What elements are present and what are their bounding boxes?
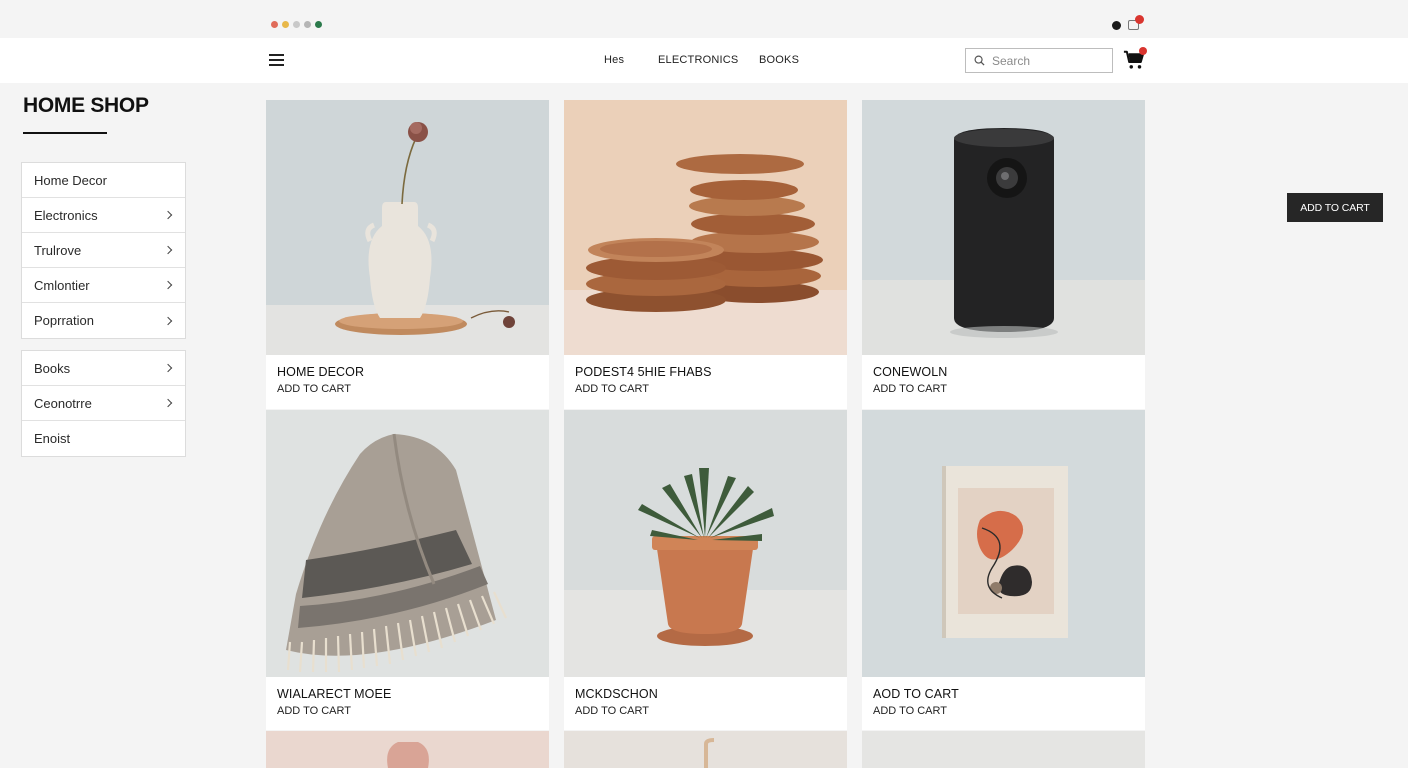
chevron-right-icon <box>163 245 173 255</box>
sidebar-item-label: Books <box>34 360 71 376</box>
page-title: HOME SHOP <box>23 94 149 117</box>
add-to-cart-link[interactable]: ADD TO CART <box>873 383 947 395</box>
sidebar-item-home-decor[interactable]: Home Decor <box>22 163 185 198</box>
nav-link-hes[interactable]: Hes <box>604 54 624 66</box>
product-card[interactable]: HOME DECOR ADD TO CART <box>266 100 549 409</box>
succulent-plant-image <box>564 410 847 677</box>
sidebar-item-trulrove[interactable]: Trulrove <box>22 233 185 268</box>
add-to-cart-link[interactable]: ADD TO CART <box>277 705 351 717</box>
product-card[interactable]: WIALARECT MOEE ADD TO CART <box>266 410 549 730</box>
add-to-cart-link[interactable]: ADD TO CART <box>873 705 947 717</box>
category-list-primary: Home Decor Electronics Trulrove Cmlontie… <box>21 162 186 339</box>
chevron-right-icon <box>163 363 173 373</box>
search-input[interactable] <box>992 52 1107 70</box>
nav-link-books[interactable]: BOOKS <box>759 54 799 66</box>
product-name: MCKDSCHON <box>575 687 658 701</box>
search-icon <box>974 55 985 66</box>
add-to-cart-link[interactable]: ADD TO CART <box>277 383 351 395</box>
product-name: PODEST4 5HIE FHABS <box>575 365 712 379</box>
product-card-partial[interactable] <box>564 731 847 768</box>
record-icon[interactable] <box>1112 21 1121 30</box>
sidebar-item-books[interactable]: Books <box>22 351 185 386</box>
window-dot[interactable] <box>293 21 300 28</box>
product-card[interactable]: AOD TO CART ADD TO CART <box>862 410 1145 730</box>
throw-blanket-image <box>266 410 549 677</box>
product-card-partial[interactable] <box>266 731 549 768</box>
chevron-right-icon <box>163 398 173 408</box>
sidebar-item-poprration[interactable]: Poprration <box>22 303 185 338</box>
speaker-image <box>862 100 1145 355</box>
notification-badge <box>1135 15 1144 24</box>
sidebar-item-ceonotrre[interactable]: Ceonotrre <box>22 386 185 421</box>
product-card[interactable]: MCKDSCHON ADD TO CART <box>564 410 847 730</box>
window-dot[interactable] <box>315 21 322 28</box>
window-dot[interactable] <box>271 21 278 28</box>
sidebar-item-enoist[interactable]: Enoist <box>22 421 185 456</box>
window-controls <box>271 21 322 28</box>
add-to-cart-link[interactable]: ADD TO CART <box>575 383 649 395</box>
product-name: CONEWOLN <box>873 365 948 379</box>
chevron-right-icon <box>163 280 173 290</box>
product-name: AOD TO CART <box>873 687 959 701</box>
window-dot[interactable] <box>304 21 311 28</box>
sidebar-item-label: Electronics <box>34 207 98 223</box>
sidebar-item-label: Enoist <box>34 431 71 446</box>
art-book-image <box>862 410 1145 677</box>
floating-add-to-cart-button[interactable]: ADD TO CART <box>1287 193 1383 222</box>
sidebar-item-label: Ceonotrre <box>34 395 92 411</box>
chevron-right-icon <box>163 316 173 325</box>
product-card[interactable]: PODEST4 5HIE FHABS ADD TO CART <box>564 100 847 409</box>
sidebar-item-label: Trulrove <box>34 242 82 258</box>
title-underline <box>23 132 107 134</box>
product-card[interactable]: CONEWOLN ADD TO CART <box>862 100 1145 409</box>
product-name: WIALARECT MOEE <box>277 687 392 701</box>
vase-image <box>266 100 549 355</box>
product-card-partial[interactable] <box>862 731 1145 768</box>
add-to-cart-link[interactable]: ADD TO CART <box>575 705 649 717</box>
category-list-secondary: Books Ceonotrre Enoist <box>21 350 186 457</box>
nav-link-electronics[interactable]: ELECTRONICS <box>658 54 738 66</box>
sidebar-item-label: Poprration <box>34 313 94 328</box>
chevron-right-icon <box>163 210 173 220</box>
wooden-coasters-image <box>564 100 847 355</box>
product-name: HOME DECOR <box>277 365 365 379</box>
window-dot[interactable] <box>282 21 289 28</box>
cart-badge <box>1139 47 1147 55</box>
search-box[interactable] <box>965 48 1113 73</box>
sidebar-item-label: Home Decor <box>34 172 107 188</box>
main-nav: Hes ELECTRONICS BOOKS <box>0 38 1408 83</box>
sidebar-item-label: Cmlontier <box>34 277 90 293</box>
sidebar-item-electronics[interactable]: Electronics <box>22 198 185 233</box>
top-nav-bar: Hes ELECTRONICS BOOKS <box>0 38 1408 83</box>
sidebar-item-cmlontier[interactable]: Cmlontier <box>22 268 185 303</box>
